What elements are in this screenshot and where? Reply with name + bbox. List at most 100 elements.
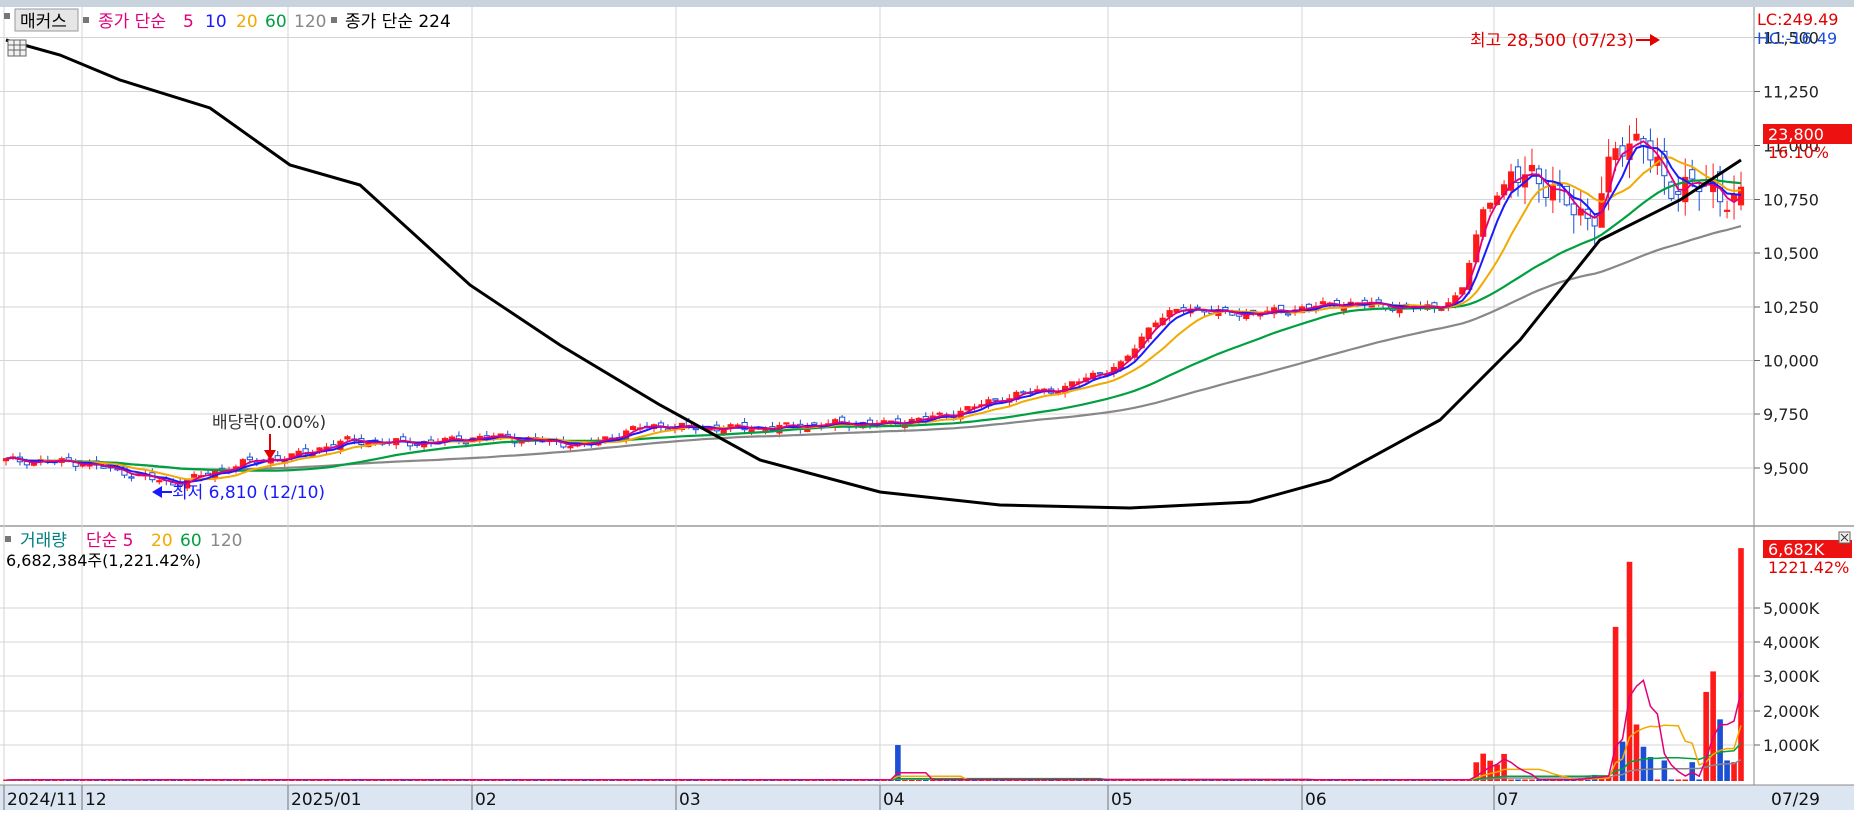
x-tick-label: 02 bbox=[475, 790, 497, 810]
legend-bullet bbox=[331, 17, 337, 23]
volume-bar bbox=[1640, 746, 1647, 781]
legend-ma60: 60 bbox=[265, 12, 287, 32]
candle-body bbox=[1487, 202, 1494, 209]
candle-body bbox=[992, 398, 999, 401]
legend-vol-ma120: 120 bbox=[210, 531, 242, 551]
volume-bar bbox=[1522, 779, 1528, 781]
stock-chart[interactable]: 11,500 11,250 11,000 10,750 10,500 10,250 10,0… bbox=[0, 0, 1854, 810]
y-tick-label: 4,000K bbox=[1763, 633, 1820, 652]
current-price: 23,800 bbox=[1768, 125, 1824, 144]
candle-body bbox=[811, 422, 818, 426]
legend-ma-type: 종가 단순 bbox=[98, 12, 166, 32]
y-tick-label: 9,750 bbox=[1763, 405, 1809, 424]
candle-body bbox=[602, 436, 609, 440]
candle-body bbox=[246, 456, 253, 461]
volume-bar bbox=[1682, 779, 1689, 781]
volume-bar bbox=[1675, 779, 1682, 781]
close-panel-icon[interactable] bbox=[1838, 531, 1851, 544]
x-axis-area bbox=[0, 785, 1854, 810]
candle-body bbox=[1591, 217, 1598, 227]
candle-body bbox=[100, 466, 107, 469]
volume-bar bbox=[1515, 779, 1521, 781]
dividend-label: 배당락(0.00%) bbox=[212, 413, 326, 433]
candle-body bbox=[156, 480, 163, 483]
x-tick-label: 12 bbox=[85, 790, 107, 810]
candle-body bbox=[1689, 169, 1696, 180]
candle-body bbox=[1675, 191, 1682, 195]
x-tick-label: 07 bbox=[1497, 790, 1519, 810]
volume-bar bbox=[1661, 760, 1668, 781]
toolbar-strip bbox=[0, 0, 1854, 7]
candle bbox=[964, 406, 971, 411]
low-label: 최저 6,810 (12/10) bbox=[172, 483, 325, 503]
candle-body bbox=[1723, 209, 1731, 212]
lc-value: LC:249.49 bbox=[1757, 10, 1838, 29]
candle-body bbox=[1438, 308, 1445, 311]
candle bbox=[1668, 180, 1675, 202]
legend-ma20: 20 bbox=[236, 12, 258, 32]
y-tick-label: 11,250 bbox=[1763, 83, 1819, 102]
candle-body bbox=[1319, 301, 1327, 305]
legend-ma10: 10 bbox=[205, 12, 227, 32]
volume-total: 6,682,384주(1,221.42%) bbox=[6, 551, 201, 570]
x-tick-label: 2025/01 bbox=[291, 790, 362, 810]
candle-body bbox=[1647, 140, 1654, 161]
candle-body bbox=[1570, 203, 1577, 216]
low-annotation: 최저 6,810 (12/10) bbox=[152, 483, 325, 503]
candle-body bbox=[1222, 306, 1229, 311]
y-tick-label: 10,250 bbox=[1763, 298, 1819, 317]
y-tick-label: 1,000K bbox=[1763, 736, 1820, 755]
y-tick-label: 10,500 bbox=[1763, 244, 1819, 263]
candle-body bbox=[1612, 148, 1619, 161]
x-tick-label: 05 bbox=[1111, 790, 1133, 810]
table-icon[interactable] bbox=[7, 39, 27, 57]
x-tick-label: 03 bbox=[679, 790, 701, 810]
candle-body bbox=[783, 422, 790, 425]
volume-bar bbox=[1696, 779, 1702, 781]
current-volume: 6,682K bbox=[1768, 540, 1825, 559]
candle-body bbox=[1633, 133, 1640, 141]
candle-body bbox=[344, 436, 351, 440]
y-tick-label: 5,000K bbox=[1763, 599, 1820, 618]
legend-bullet bbox=[5, 536, 11, 542]
x-tick-label: 2024/11 bbox=[7, 790, 78, 810]
candle-body bbox=[316, 447, 323, 451]
legend-bullet bbox=[4, 13, 10, 19]
x-tick-label: 07/29 bbox=[1771, 790, 1820, 810]
high-label: 최고 28,500 (07/23) bbox=[1470, 31, 1634, 51]
candle-body bbox=[692, 427, 699, 431]
legend-volume: 거래량 bbox=[20, 531, 67, 551]
volume-bar bbox=[1654, 779, 1661, 781]
legend-bullet bbox=[83, 17, 89, 23]
y-tick-label: 9,500 bbox=[1763, 459, 1809, 478]
legend-ma5: 5 bbox=[183, 12, 194, 32]
current-price-change: 16.10% bbox=[1768, 143, 1829, 162]
x-tick-label: 06 bbox=[1305, 790, 1327, 810]
legend-vol-ma5: 단순 5 bbox=[86, 531, 134, 551]
volume-bar bbox=[1508, 779, 1514, 781]
volume-bar bbox=[1668, 779, 1675, 781]
volume-bar bbox=[1626, 561, 1633, 781]
legend-ticker: 매커스 bbox=[20, 12, 67, 32]
x-tick-label: 04 bbox=[883, 790, 905, 810]
y-tick-label: 3,000K bbox=[1763, 667, 1820, 686]
candle-body bbox=[1194, 306, 1201, 309]
y-tick-label: 10,000 bbox=[1763, 352, 1819, 371]
chart-svg[interactable]: 11,50011,25011,00010,75010,50010,25010,0… bbox=[0, 0, 1854, 810]
candle-body bbox=[630, 426, 637, 430]
candle-body bbox=[1096, 372, 1104, 375]
volume-bar bbox=[1529, 779, 1535, 781]
candle-body bbox=[720, 429, 727, 434]
current-volume-change: 1221.42% bbox=[1768, 558, 1849, 577]
candle-body bbox=[567, 446, 574, 449]
y-tick-label: 2,000K bbox=[1763, 702, 1820, 721]
candle-body bbox=[191, 473, 198, 478]
hc-value: HC:-16.49 bbox=[1757, 29, 1837, 48]
candle-body bbox=[1152, 322, 1159, 328]
legend-vol-ma20: 20 bbox=[151, 531, 173, 551]
candle-body bbox=[936, 412, 943, 415]
volume-bar bbox=[1731, 762, 1737, 781]
candle-body bbox=[964, 406, 971, 411]
high-annotation: 최고 28,500 (07/23) bbox=[1470, 31, 1660, 51]
y-tick-label: 10,750 bbox=[1763, 191, 1819, 210]
